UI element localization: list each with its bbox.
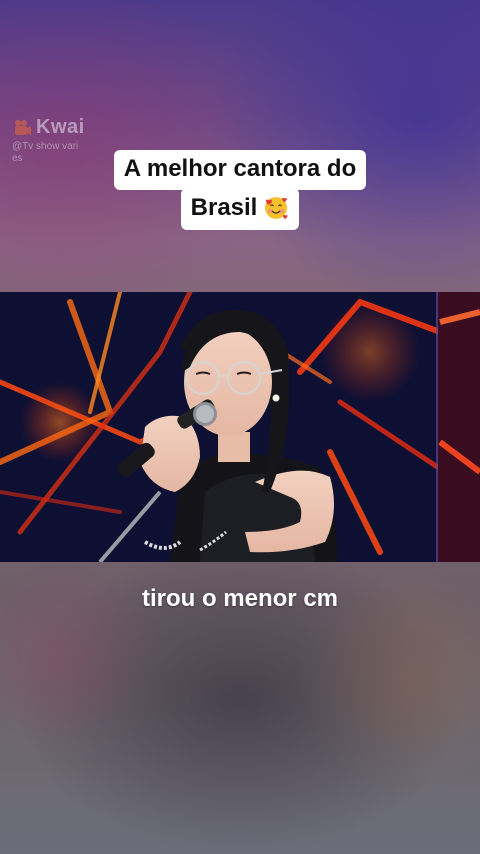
video-subtitle: tirou o menor cm [141, 585, 339, 612]
smiling-face-with-hearts-icon [265, 197, 288, 219]
caption-line-1: A melhor cantora do [113, 150, 367, 190]
kwai-camera-logo-icon [15, 119, 31, 135]
video-player[interactable] [0, 292, 480, 562]
singer-with-microphone-video-frame [0, 292, 480, 562]
video-post-screen: Kwai @Tv show vari es A melhor cantora d… [0, 0, 480, 854]
video-caption: A melhor cantora do Brasil [0, 150, 480, 230]
caption-line-2: Brasil [180, 188, 300, 230]
kwai-brand-text: Kwai [36, 116, 85, 138]
caption-text-2: Brasil [190, 194, 258, 221]
caption-text-1: A melhor cantora do [123, 155, 357, 182]
